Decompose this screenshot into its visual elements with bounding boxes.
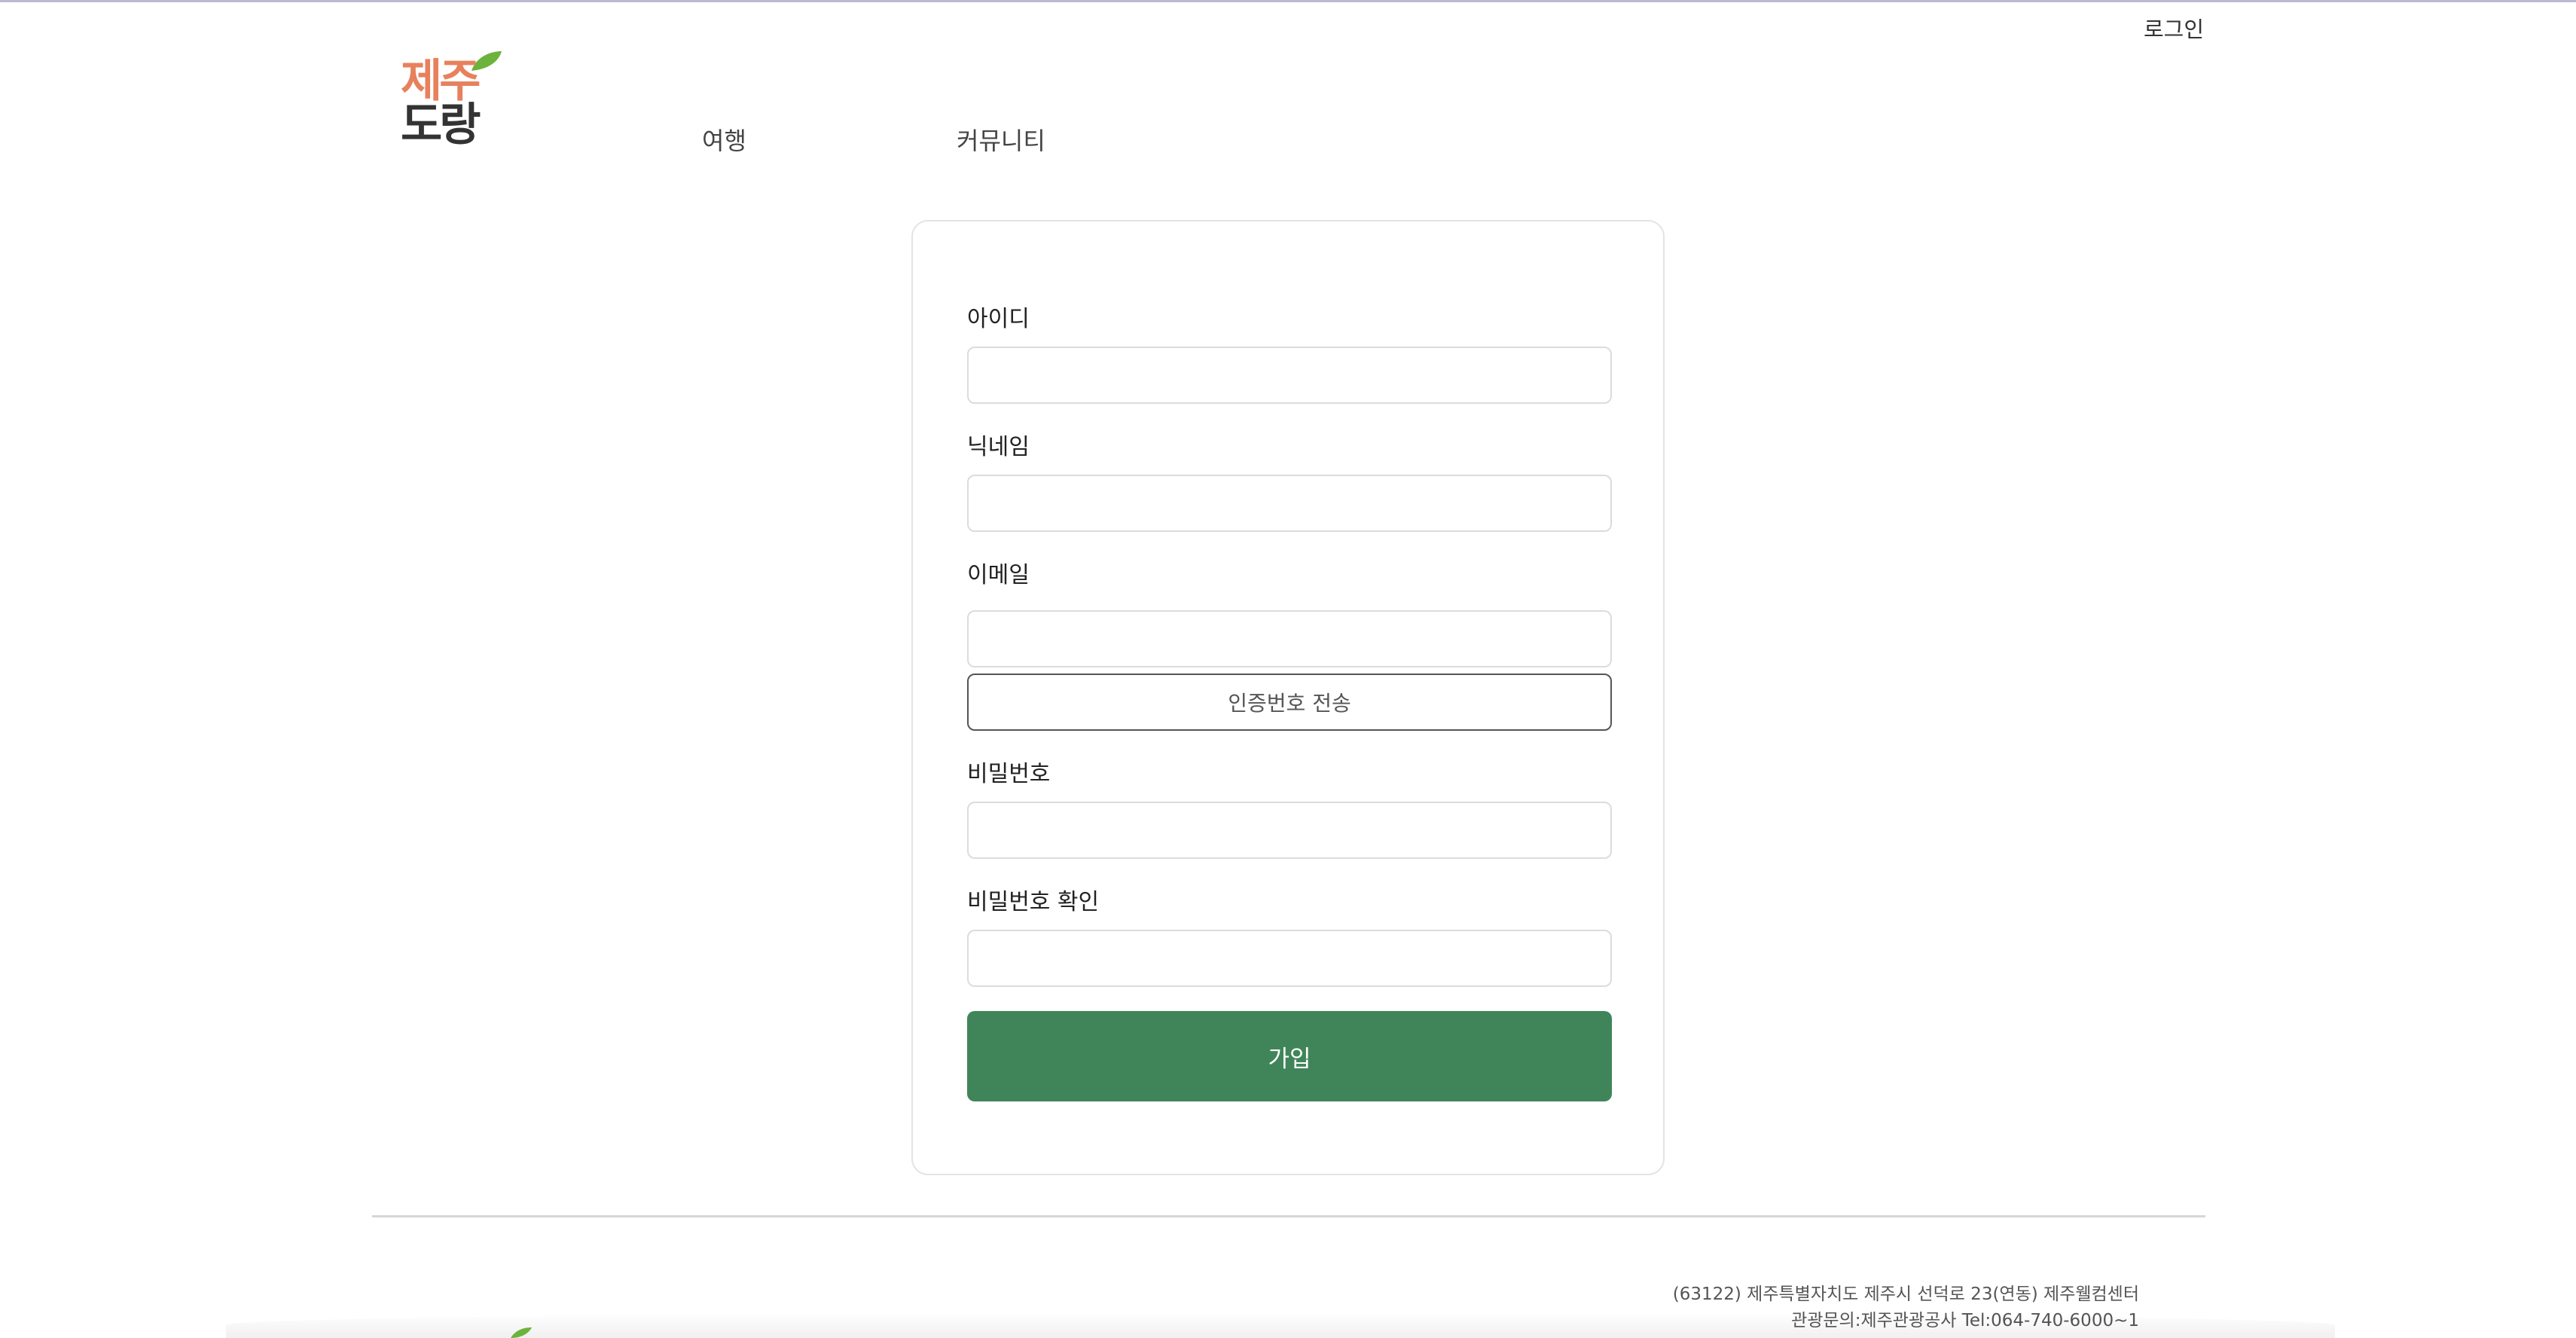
- id-input[interactable]: [967, 347, 1612, 404]
- password-confirm-label: 비밀번호 확인: [967, 889, 1100, 915]
- password-confirm-input[interactable]: [967, 930, 1612, 987]
- nav-community[interactable]: 커뮤니티: [957, 122, 1045, 157]
- footer-shadow: [226, 1312, 2335, 1338]
- footer-logo-leaf-icon: [511, 1327, 532, 1338]
- send-verification-code-button[interactable]: 인증번호 전송: [967, 674, 1612, 731]
- nickname-label: 닉네임: [967, 434, 1030, 460]
- id-label: 아이디: [967, 306, 1030, 332]
- email-label: 이메일: [967, 562, 1030, 588]
- password-input[interactable]: [967, 802, 1612, 859]
- email-input[interactable]: [967, 610, 1612, 667]
- top-border: [0, 0, 2576, 2]
- signup-submit-button[interactable]: 가입: [967, 1011, 1612, 1101]
- login-link[interactable]: 로그인: [2144, 12, 2204, 44]
- nav-travel[interactable]: 여행: [702, 122, 746, 157]
- footer-divider: [372, 1215, 2205, 1217]
- logo-text-bottom: 도랑: [401, 99, 481, 151]
- site-logo[interactable]: 제주 도랑: [398, 50, 511, 160]
- footer-address: (63122) 제주특별자치도 제주시 선덕로 23(연동) 제주웰컴센터: [1672, 1285, 2139, 1304]
- password-label: 비밀번호: [967, 761, 1051, 787]
- nickname-input[interactable]: [967, 475, 1612, 532]
- signup-card: 아이디 닉네임 이메일 인증번호 전송 비밀번호 비밀번호 확인 가입: [911, 220, 1665, 1175]
